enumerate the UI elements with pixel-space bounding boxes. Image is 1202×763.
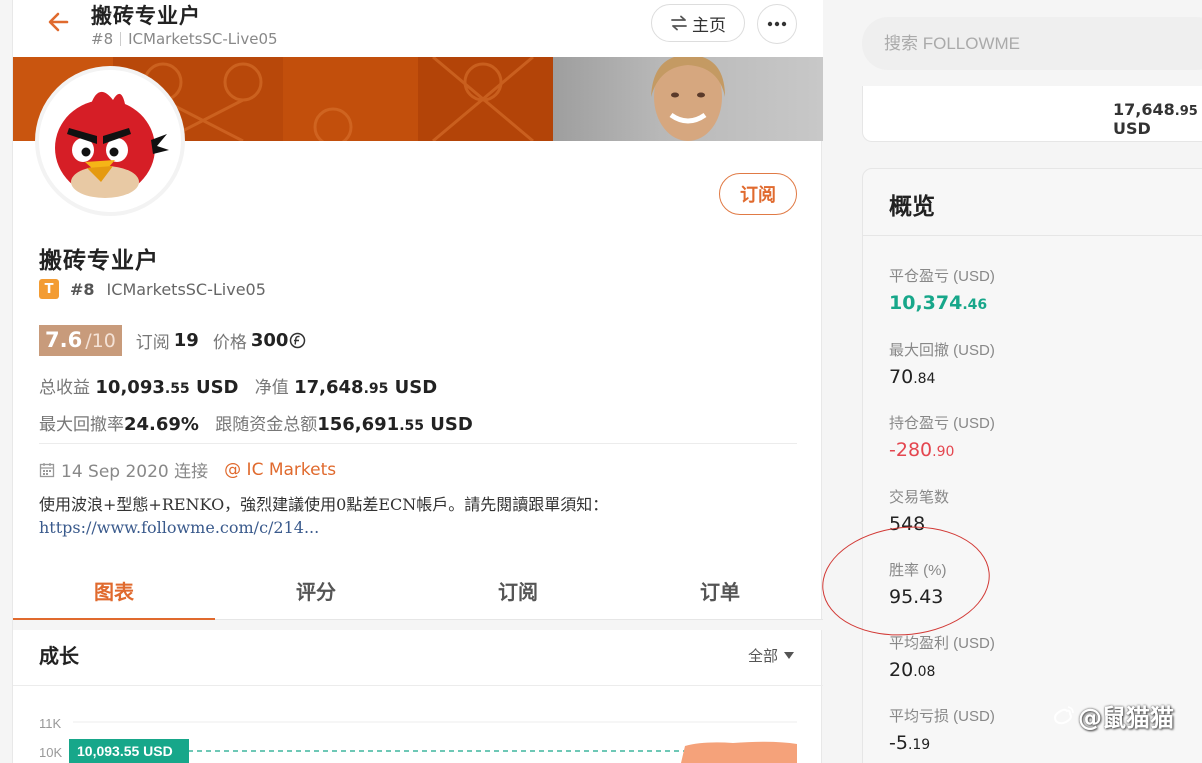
range-filter-dropdown[interactable]: 全部: [748, 645, 795, 666]
watermark-text: @鼠猫猫: [1078, 704, 1174, 732]
growth-divider: [13, 685, 823, 686]
trader-rank: #8: [70, 279, 95, 299]
more-button[interactable]: [757, 4, 797, 44]
back-arrow-icon[interactable]: [45, 8, 73, 36]
header-subtitle: #8 ICMarketsSC-Live05: [91, 30, 278, 48]
tab-chart[interactable]: 图表: [13, 560, 215, 621]
overview-divider: [863, 235, 1202, 236]
more-dots-icon: [767, 21, 787, 27]
range-filter-label: 全部: [748, 647, 779, 665]
trader-name: 搬砖专业户: [39, 248, 159, 274]
total-profit-value: 10,093.55 USD: [95, 377, 239, 398]
angry-bird-avatar-icon: [39, 70, 181, 212]
overview-open-pnl: 持仓盈亏 (USD) -280.90: [889, 415, 995, 461]
overview-closed-pnl: 平仓盈亏 (USD) 10,374.46: [889, 268, 995, 314]
description-link[interactable]: https://www.followme.com/c/214...: [39, 518, 319, 537]
price-label: 价格: [212, 333, 247, 353]
strategy-description: 使用波浪+型態+RENKO，強烈建議使用0點差ECN帳戶。請先閱讀跟單須知：: [39, 495, 609, 514]
page-title: 搬砖专业户: [91, 4, 201, 28]
trader-account: ICMarketsSC-Live05: [106, 279, 266, 299]
current-value-label: 10,093.55 USD: [77, 743, 173, 759]
follow-funds-label: 跟随资金总额: [215, 415, 318, 435]
calendar-icon: [39, 462, 55, 477]
swap-icon: [671, 15, 687, 31]
weibo-logo-icon: [1054, 705, 1074, 724]
score-badge: 7.6/10: [39, 325, 122, 356]
rank-line: T #8 ICMarketsSC-Live05: [39, 279, 266, 299]
ytick-10k: 10K: [39, 745, 62, 760]
tab-orders[interactable]: 订单: [619, 560, 821, 620]
banner-photo: [553, 57, 823, 141]
equity-summary-value: 17,648.95 USD: [1113, 100, 1198, 138]
max-drawdown-value: 24.69%: [124, 414, 199, 435]
tab-subscription[interactable]: 订阅: [417, 560, 619, 620]
equity-summary-card: 17,648.95 USD: [862, 86, 1202, 142]
profile-divider: [39, 443, 797, 444]
follow-funds-value: 156,691.55 USD: [317, 414, 473, 435]
section-gap: [13, 620, 823, 630]
broker-link[interactable]: @ IC Markets: [224, 460, 336, 480]
ytick-11k: 11K: [39, 716, 61, 731]
profile-tabs: 图表 评分 订阅 订单: [13, 560, 823, 621]
trader-profile-panel: 搬砖专业户 #8 ICMarketsSC-Live05 主页 订阅 搬砖专业户 …: [12, 0, 823, 763]
growth-chart: 11K 10K 10,093.55 USD: [39, 716, 797, 763]
score-line: 7.6/10 订阅 19 价格 300: [39, 325, 306, 356]
search-input[interactable]: [862, 17, 1202, 70]
join-info: 14 Sep 2020 连接 @ IC Markets: [39, 457, 336, 482]
tab-rating[interactable]: 评分: [215, 560, 417, 620]
price-value: 300: [250, 330, 289, 351]
drawdown-follow-line: 最大回撤率24.69% 跟随资金总额156,691.55 USD: [39, 410, 473, 435]
coin-icon: [290, 332, 306, 349]
equity-value: 17,648.95 USD: [294, 377, 438, 398]
subscribers-label: 订阅: [135, 333, 170, 353]
total-profit-label: 总收益: [39, 378, 90, 398]
caret-down-icon: [784, 652, 795, 659]
avatar: [35, 66, 185, 216]
overview-max-drawdown: 最大回撤 (USD) 70.84: [889, 342, 995, 388]
home-button[interactable]: 主页: [651, 4, 745, 42]
header-account: ICMarketsSC-Live05: [128, 30, 278, 48]
join-date: 14 Sep 2020 连接: [61, 462, 209, 482]
overview-card: 概览 平仓盈亏 (USD) 10,374.46 最大回撤 (USD) 70.84…: [862, 168, 1202, 763]
equity-label: 净值: [254, 378, 289, 398]
growth-title: 成长: [39, 644, 79, 668]
subscribe-button[interactable]: 订阅: [719, 173, 797, 215]
header-rank: #8: [91, 30, 114, 48]
equity-area: [681, 741, 797, 763]
score-denominator: /10: [85, 330, 116, 352]
trader-level-badge: T: [39, 279, 59, 299]
overview-avg-loss: 平均亏损 (USD) -5.19: [889, 708, 995, 754]
subscribers-value: 19: [173, 330, 199, 351]
score-value: 7.6: [45, 328, 83, 352]
watermark: @鼠猫猫: [1052, 698, 1174, 733]
max-drawdown-label: 最大回撤率: [39, 415, 124, 435]
profit-equity-line: 总收益 10,093.55 USD 净值 17,648.95 USD: [39, 373, 437, 398]
overview-avg-profit: 平均盈利 (USD) 20.08: [889, 635, 995, 681]
home-button-label: 主页: [692, 15, 726, 36]
overview-title: 概览: [889, 194, 935, 220]
top-bar: 搬砖专业户 #8 ICMarketsSC-Live05 主页: [13, 0, 823, 57]
